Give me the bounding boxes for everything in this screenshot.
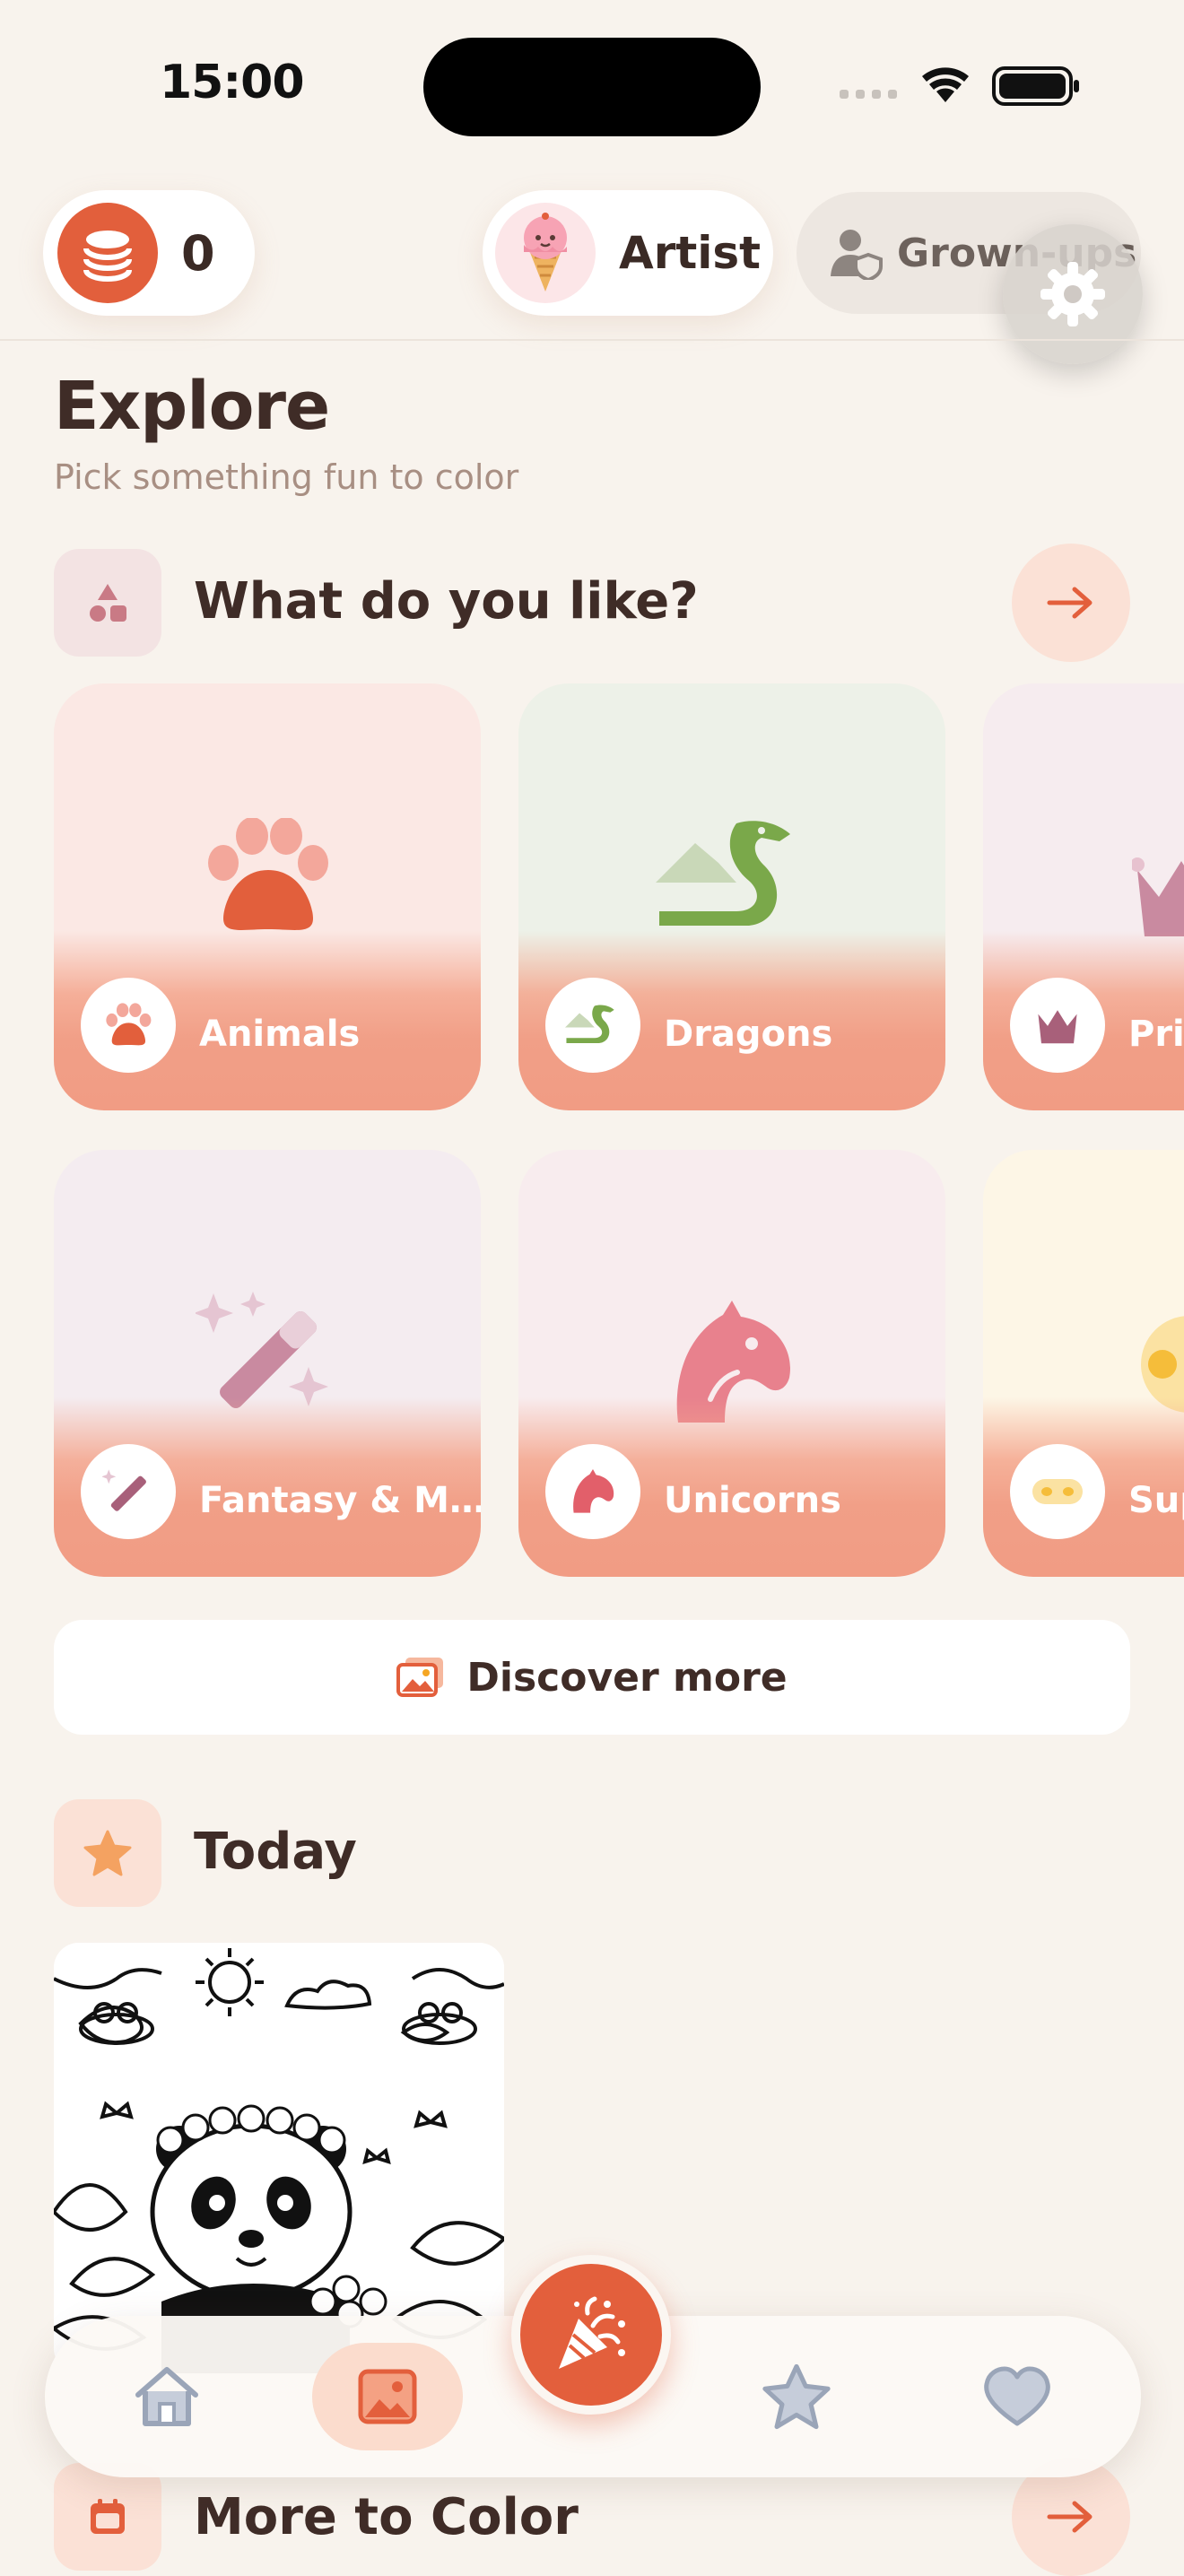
gallery-icon — [358, 2369, 417, 2424]
category-label: Dragons — [664, 1014, 833, 1055]
category-label: Sup — [1128, 1480, 1184, 1521]
today-section-title: Today — [194, 1823, 357, 1881]
unicorn-chip-icon — [545, 1444, 640, 1539]
profile-name: Artist — [619, 227, 762, 279]
category-card-unicorns[interactable]: Unicorns — [518, 1150, 945, 1577]
party-popper-icon — [559, 2296, 625, 2369]
dragon-icon — [656, 821, 790, 926]
likes-see-all-button[interactable] — [1012, 544, 1130, 662]
star-section-icon — [54, 1799, 161, 1907]
status-time: 15:00 — [160, 56, 305, 109]
gear-icon — [1040, 262, 1105, 326]
category-label: Fantasy & M… — [199, 1480, 481, 1521]
crown-icon — [1132, 857, 1184, 936]
arrow-right-icon — [1047, 587, 1093, 619]
paw-icon — [208, 818, 328, 930]
nav-gallery-button[interactable] — [334, 2343, 441, 2450]
mask-chip-icon — [1010, 1444, 1105, 1539]
cellular-signal-icon — [840, 90, 897, 99]
coins-button[interactable]: 0 — [43, 190, 255, 316]
today-coloring-page-thumbnail[interactable] — [54, 1943, 504, 2373]
nav-favorites-star-button[interactable] — [743, 2343, 850, 2450]
nav-home-button[interactable] — [113, 2343, 221, 2450]
category-card-superheroes[interactable]: Sup — [983, 1150, 1184, 1577]
discover-more-button[interactable]: Discover more — [54, 1620, 1130, 1735]
dragon-chip-icon — [545, 978, 640, 1073]
home-icon — [135, 2367, 198, 2426]
settings-button[interactable] — [1003, 224, 1143, 364]
category-card-fantasy[interactable]: Fantasy & M… — [54, 1150, 481, 1577]
coins-icon — [57, 203, 158, 303]
category-card-dragons[interactable]: Dragons — [518, 683, 945, 1110]
status-icons — [840, 66, 1079, 106]
page-title: Explore — [54, 368, 330, 445]
coin-count: 0 — [181, 224, 215, 282]
magic-wand-chip-icon — [81, 1444, 176, 1539]
shapes-icon — [54, 549, 161, 657]
category-card-princesses[interactable]: Pri — [983, 683, 1184, 1110]
ice-cream-avatar-icon — [495, 203, 596, 303]
wifi-icon — [922, 67, 969, 102]
parent-shield-icon — [831, 230, 883, 280]
likes-section-title: What do you like? — [194, 572, 699, 631]
nav-create-button[interactable] — [511, 2255, 671, 2415]
topbar-divider — [0, 339, 1184, 341]
panda-coloring-page-image — [54, 1943, 504, 2373]
more-section-title: More to Color — [194, 2488, 579, 2546]
heart-icon — [984, 2366, 1050, 2426]
arrow-right-icon — [1047, 2501, 1093, 2533]
category-card-animals[interactable]: Animals — [54, 683, 481, 1110]
discover-more-label: Discover more — [466, 1654, 788, 1701]
profile-button[interactable]: Artist — [483, 190, 773, 316]
category-label: Animals — [199, 1014, 361, 1055]
paw-chip-icon — [81, 978, 176, 1073]
dynamic-island — [423, 38, 761, 136]
crown-chip-icon — [1010, 978, 1105, 1073]
category-label: Unicorns — [664, 1480, 841, 1521]
category-label: Pri — [1128, 1014, 1184, 1055]
page-subtitle: Pick something fun to color — [54, 457, 519, 497]
gallery-stack-icon — [396, 1658, 444, 1697]
nav-liked-button[interactable] — [963, 2343, 1071, 2450]
battery-icon — [992, 66, 1079, 106]
calendar-icon — [54, 2463, 161, 2571]
star-icon — [762, 2363, 831, 2430]
